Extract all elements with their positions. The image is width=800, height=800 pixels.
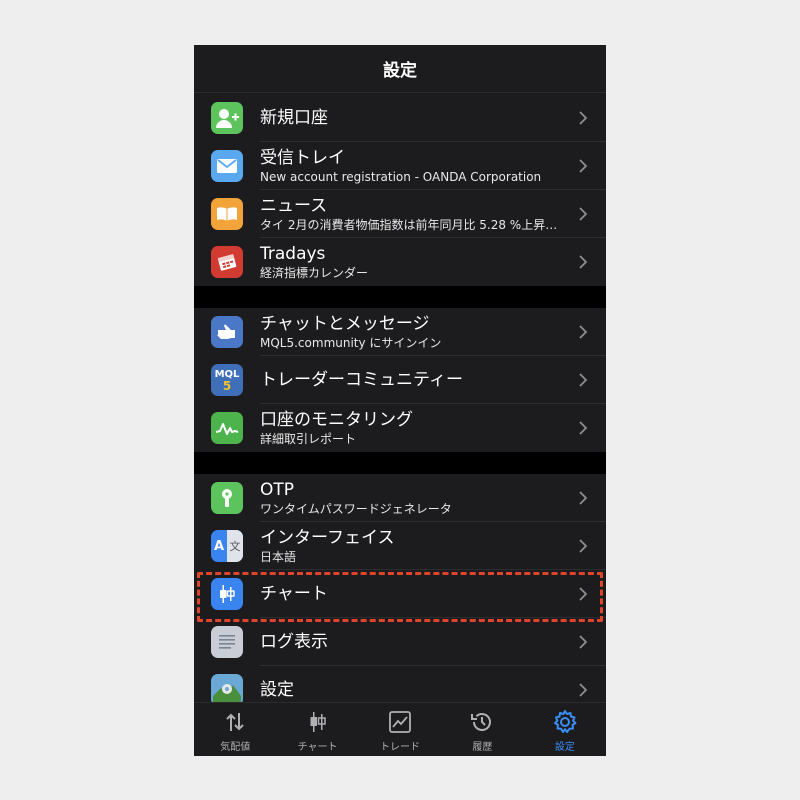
history-icon bbox=[469, 709, 495, 735]
tab-history[interactable]: 履歴 bbox=[441, 703, 523, 756]
chat-hand-icon bbox=[211, 316, 243, 348]
row-title: チャットとメッセージ bbox=[260, 313, 430, 334]
row-news[interactable]: ニュース タイ 2月の消費者物価指数は前年同月比 5.28 %上昇… bbox=[194, 190, 606, 238]
key-icon bbox=[211, 482, 243, 514]
row-subtitle: ワンタイムパスワードジェネレータ bbox=[260, 501, 452, 516]
chevron-right-icon bbox=[579, 373, 588, 387]
row-title: ログ表示 bbox=[260, 631, 328, 652]
tab-label: 履歴 bbox=[472, 742, 493, 753]
tab-label: トレード bbox=[380, 742, 421, 753]
tab-chart[interactable]: チャート bbox=[276, 703, 358, 756]
row-title: 設定 bbox=[260, 679, 294, 700]
gear-icon bbox=[552, 709, 578, 735]
chevron-right-icon bbox=[579, 325, 588, 339]
row-otp[interactable]: OTP ワンタイムパスワードジェネレータ bbox=[194, 474, 606, 522]
tab-label: 設定 bbox=[554, 742, 575, 753]
chevron-right-icon bbox=[579, 587, 588, 601]
row-title: OTP bbox=[260, 479, 295, 500]
candlestick-icon bbox=[211, 578, 243, 610]
section-separator bbox=[194, 286, 606, 308]
navigation-bar: 設定 bbox=[194, 45, 606, 93]
row-subtitle: タイ 2月の消費者物価指数は前年同月比 5.28 %上昇… bbox=[260, 217, 558, 232]
calendar-icon bbox=[211, 246, 243, 278]
phone-screen: 設定 新規口座 受信トレイ New account registration - … bbox=[194, 45, 606, 756]
row-title: チャート bbox=[260, 583, 328, 604]
row-chat-messages[interactable]: チャットとメッセージ MQL5.community にサインイン bbox=[194, 308, 606, 356]
chevron-right-icon bbox=[579, 255, 588, 269]
chevron-right-icon bbox=[579, 159, 588, 173]
monitoring-chart-icon bbox=[211, 412, 243, 444]
mail-icon bbox=[211, 150, 243, 182]
row-subtitle: MQL5.community にサインイン bbox=[260, 335, 442, 350]
settings-section-community: チャットとメッセージ MQL5.community にサインイン MQL 5 トレ… bbox=[194, 308, 606, 452]
row-log-view[interactable]: ログ表示 bbox=[194, 618, 606, 666]
chevron-right-icon bbox=[579, 111, 588, 125]
row-account-monitoring[interactable]: 口座のモニタリング 詳細取引レポート bbox=[194, 404, 606, 452]
tab-settings[interactable]: 設定 bbox=[524, 703, 606, 756]
row-new-account[interactable]: 新規口座 bbox=[194, 94, 606, 142]
row-title: トレーダーコミュニティー bbox=[260, 369, 463, 390]
log-document-icon bbox=[211, 626, 243, 658]
chevron-right-icon bbox=[579, 421, 588, 435]
row-title: インターフェイス bbox=[260, 527, 395, 548]
settings-section-app: OTP ワンタイムパスワードジェネレータ A 文 インターフェイス 日本語 チャート bbox=[194, 474, 606, 714]
row-title: Tradays bbox=[260, 243, 326, 264]
tab-quotes[interactable]: 気配値 bbox=[194, 703, 276, 756]
row-title: 新規口座 bbox=[260, 107, 328, 128]
chevron-right-icon bbox=[579, 491, 588, 505]
row-subtitle: New account registration - OANDA Corpora… bbox=[260, 169, 542, 184]
row-title: ニュース bbox=[260, 195, 328, 216]
row-interface[interactable]: A 文 インターフェイス 日本語 bbox=[194, 522, 606, 570]
chevron-right-icon bbox=[579, 635, 588, 649]
row-title: 受信トレイ bbox=[260, 147, 345, 168]
trade-icon bbox=[387, 709, 413, 735]
row-trader-community[interactable]: MQL 5 トレーダーコミュニティー bbox=[194, 356, 606, 404]
quotes-arrows-icon bbox=[222, 709, 248, 735]
chart-candles-icon bbox=[305, 709, 331, 735]
page-title: 設定 bbox=[383, 61, 417, 81]
add-user-icon bbox=[211, 102, 243, 134]
tab-label: チャート bbox=[297, 742, 338, 753]
row-chart[interactable]: チャート bbox=[194, 570, 606, 618]
row-subtitle: 詳細取引レポート bbox=[260, 431, 357, 446]
chevron-right-icon bbox=[579, 539, 588, 553]
row-title: 口座のモニタリング bbox=[260, 409, 413, 430]
settings-section-account: 新規口座 受信トレイ New account registration - OAN… bbox=[194, 94, 606, 286]
translate-icon: A 文 bbox=[211, 530, 243, 562]
row-inbox[interactable]: 受信トレイ New account registration - OANDA Co… bbox=[194, 142, 606, 190]
section-separator bbox=[194, 452, 606, 474]
row-subtitle: 経済指標カレンダー bbox=[260, 265, 369, 280]
tab-bar: 気配値 チャート トレード 履歴 設定 bbox=[194, 702, 606, 756]
book-icon bbox=[211, 198, 243, 230]
settings-list: 新規口座 受信トレイ New account registration - OAN… bbox=[194, 94, 606, 714]
tab-label: 気配値 bbox=[220, 742, 251, 753]
tab-trade[interactable]: トレード bbox=[359, 703, 441, 756]
chevron-right-icon bbox=[579, 207, 588, 221]
chevron-right-icon bbox=[579, 683, 588, 697]
row-subtitle: 日本語 bbox=[260, 549, 297, 564]
mql5-icon: MQL 5 bbox=[211, 364, 243, 396]
row-tradays[interactable]: Tradays 経済指標カレンダー bbox=[194, 238, 606, 286]
